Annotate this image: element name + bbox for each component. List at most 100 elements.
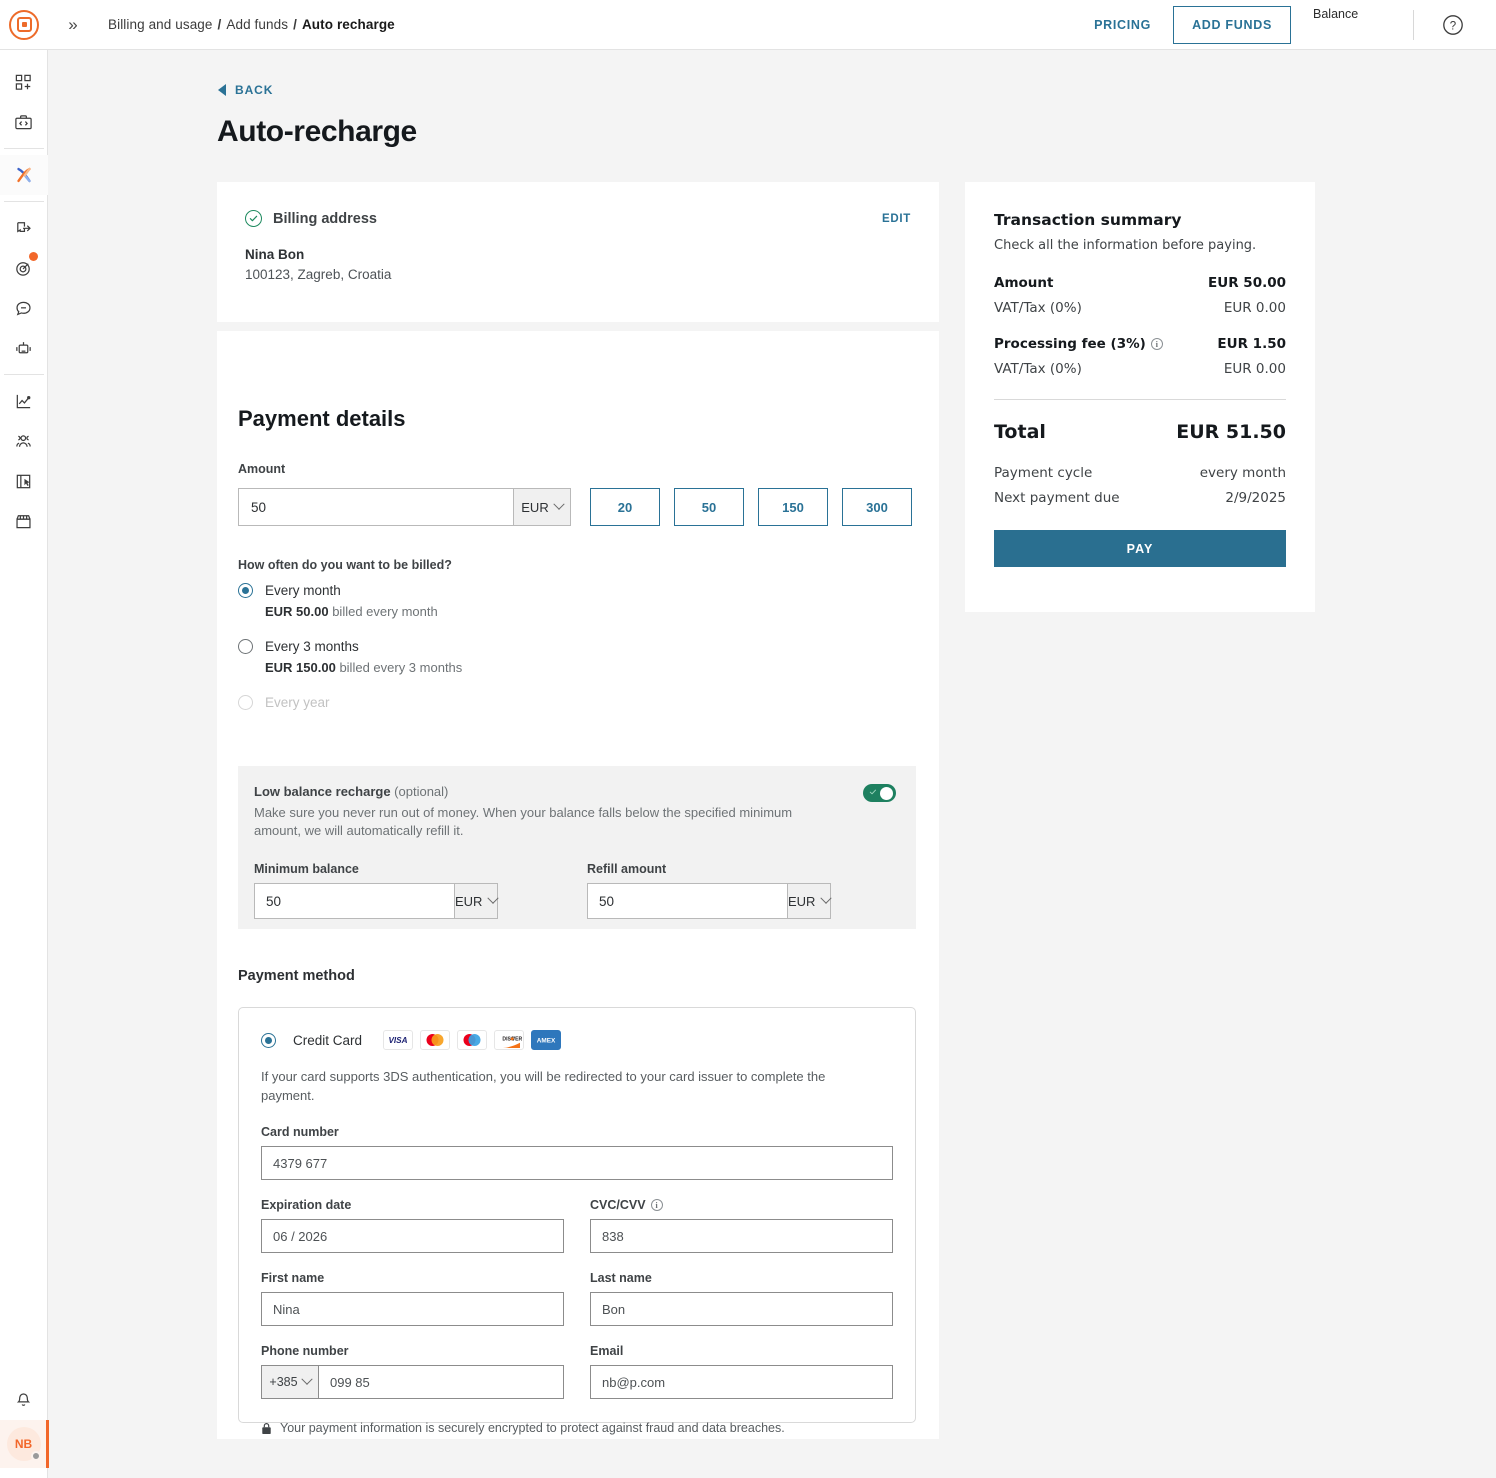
analytics-chart-icon [16,394,31,408]
low-balance-toggle[interactable] [863,784,896,802]
click-report-icon [16,474,31,488]
billing-address-card: Billing address EDIT Nina Bon 100123, Za… [217,182,939,322]
low-balance-title: Low balance recharge (optional) [254,784,814,799]
amount-label: Amount [238,462,286,476]
cvc-label: CVC/CVV i [590,1198,893,1212]
rail-divider [3,374,44,375]
name-row: First name Last name [261,1271,893,1326]
info-icon[interactable]: i [1150,338,1163,350]
summary-next-due-value: 2/9/2025 [1225,490,1286,506]
chevron-down-icon [553,498,565,510]
info-icon[interactable]: i [650,1199,663,1211]
card-number-input[interactable] [261,1146,893,1180]
avatar-status-dot [30,1451,41,1461]
summary-total-value: EUR 51.50 [1176,421,1286,443]
card-brand-logos: VISA DISC VER AMEX [383,1030,562,1050]
chevron-down-icon [487,892,500,904]
card-number-label: Card number [261,1125,339,1139]
pay-button[interactable]: PAY [994,530,1286,567]
breadcrumb-item-add-funds[interactable]: Add funds [226,17,288,32]
frequency-sub-text-quarterly: billed every 3 months [335,660,463,675]
expand-sidebar-icon[interactable]: » [60,12,86,38]
expiration-input[interactable] [261,1219,564,1253]
sidebar-item-messages[interactable] [0,288,48,328]
sidebar-item-apps[interactable] [0,62,48,102]
notifications-bell-icon[interactable] [0,1380,48,1420]
expiry-cvc-row: Expiration date CVC/CVV i [261,1198,893,1253]
cvc-input[interactable] [590,1219,893,1253]
card-number-field: Card number [261,1125,893,1180]
avatar[interactable]: NB [0,1420,49,1468]
back-arrow-icon [218,84,226,96]
radio-every-3-months[interactable] [238,639,253,654]
summary-subtitle: Check all the information before paying. [994,238,1257,253]
first-name-input[interactable] [261,1292,564,1326]
breadcrumb-item-billing[interactable]: Billing and usage [108,17,213,32]
amount-currency-value: EUR [521,499,549,515]
discover-icon: DISC VER [494,1030,525,1050]
add-funds-button[interactable]: ADD FUNDS [1173,5,1291,44]
apps-add-icon [15,74,31,90]
amount-row: EUR 20 50 150 300 [238,488,912,526]
minimum-balance-currency-select[interactable]: EUR [454,883,500,919]
notification-badge [28,252,38,261]
rail-divider [3,148,44,149]
billing-frequency-question: How often do you want to be billed? [238,558,452,572]
page-title: Auto-recharge [217,115,417,148]
storefront-icon [16,514,31,528]
sidebar-item-export[interactable] [0,208,48,248]
sidebar-item-audiences[interactable] [0,421,48,461]
billing-name: Nina Bon [245,247,305,262]
pricing-link[interactable]: PRICING [1080,18,1165,32]
refill-amount-currency-select[interactable]: EUR [787,883,833,919]
sidebar-item-developers[interactable] [0,102,48,142]
email-input[interactable] [590,1365,893,1399]
summary-row-cycle: Payment cycle every month [994,465,1286,481]
sidebar-item-automation[interactable] [0,328,48,368]
chat-bubble-icon [16,301,31,315]
brand-logo[interactable] [0,0,48,50]
sidebar-item-reports[interactable] [0,461,48,501]
help-question-icon[interactable]: ? [1440,12,1466,38]
frequency-option-monthly[interactable]: Every month EUR 50.00 billed every month [238,583,838,619]
sidebar-item-marketplace[interactable] [0,501,48,541]
phone-number-input[interactable] [318,1365,564,1399]
amount-input-group: EUR [238,488,571,526]
summary-row-vat-1: VAT/Tax (0%) EUR 0.00 [994,300,1286,316]
top-bar-actions: PRICING ADD FUNDS Balance ? [1080,0,1496,50]
sidebar-item-campaigns[interactable] [0,248,48,288]
sidebar-item-analytics[interactable] [0,381,48,421]
credit-card-option-row[interactable]: Credit Card VISA DISC VER AMEX [261,1030,893,1050]
phone-label: Phone number [261,1344,349,1358]
summary-total-label: Total [994,421,1046,443]
refill-amount-input[interactable] [587,883,787,919]
billing-address-text: 100123, Zagreb, Croatia [245,267,392,282]
last-name-input[interactable] [590,1292,893,1326]
phone-country-code-select[interactable]: +385 [261,1365,318,1399]
balance-widget[interactable]: Balance [1313,0,1405,50]
frequency-option-quarterly[interactable]: Every 3 months EUR 150.00 billed every 3… [238,639,838,675]
lock-icon [262,1422,271,1434]
radio-every-month[interactable] [238,583,253,598]
cvc-label-text: CVC/CVV [590,1198,646,1212]
auto-recharge-page: » Billing and usage / Add funds / Auto r… [0,0,1496,1478]
summary-title: Transaction summary [994,211,1182,229]
amount-input[interactable] [238,488,513,526]
amount-preset-20[interactable]: 20 [590,488,660,526]
amount-currency-select[interactable]: EUR [513,488,571,526]
radio-credit-card[interactable] [261,1032,276,1048]
back-label: BACK [235,83,274,97]
minimum-balance-input[interactable] [254,883,454,919]
amount-preset-300[interactable]: 300 [842,488,912,526]
amount-preset-50[interactable]: 50 [674,488,744,526]
edit-billing-address-link[interactable]: EDIT [882,213,911,225]
sidebar-item-x-brand[interactable] [0,155,48,195]
toggle-knob [880,786,893,800]
secure-payment-note: Your payment information is securely enc… [261,1421,893,1435]
back-button[interactable]: BACK [218,83,273,97]
low-balance-optional-tag: (optional) [390,784,449,799]
breadcrumb-item-auto-recharge: Auto recharge [301,17,395,32]
amount-preset-buttons: 20 50 150 300 [590,488,912,526]
minimum-balance-label: Minimum balance [254,862,359,876]
amount-preset-150[interactable]: 150 [758,488,828,526]
